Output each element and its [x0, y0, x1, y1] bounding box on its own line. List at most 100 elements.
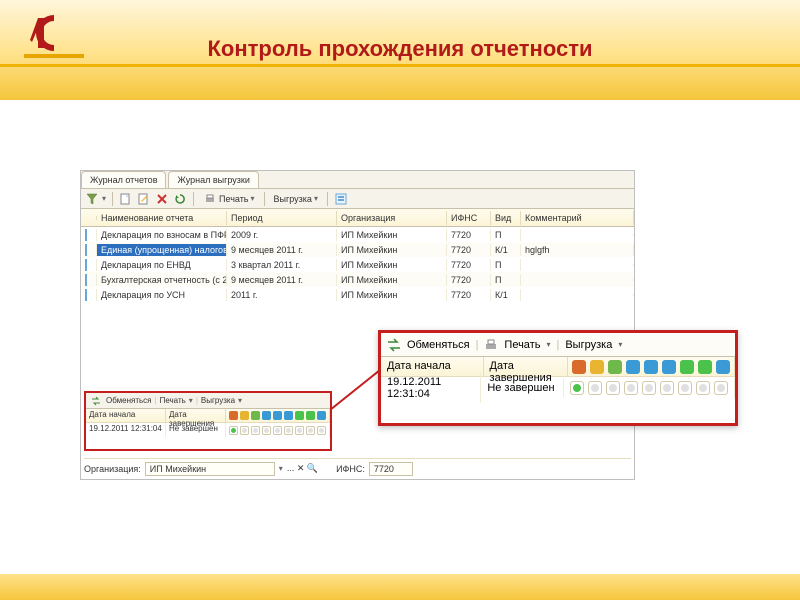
col-comment[interactable]: Комментарий	[521, 211, 634, 225]
status-dots-sm	[226, 423, 330, 437]
status-dot	[678, 381, 692, 395]
cell-vid: К/1	[491, 289, 521, 301]
status-col-icon	[240, 411, 249, 420]
cell-name: Декларация по УСН	[97, 289, 227, 301]
export-lg[interactable]: Выгрузка	[565, 339, 612, 351]
col-end-lg[interactable]: Дата завершения	[484, 357, 568, 376]
col-icon[interactable]	[81, 216, 97, 220]
col-org[interactable]: Организация	[337, 211, 447, 225]
chevron-down-icon[interactable]: ▾	[279, 464, 283, 473]
edit-icon[interactable]	[137, 192, 151, 206]
col-name[interactable]: Наименование отчета	[97, 211, 227, 225]
chevron-down-icon: ▾	[314, 194, 318, 203]
col-end-sm[interactable]: Дата завершения	[166, 409, 226, 422]
status-dot	[295, 426, 304, 435]
status-col-icon	[317, 411, 326, 420]
grid-header: Наименование отчета Период Организация И…	[81, 209, 634, 227]
cell-ifns: 7720	[447, 274, 491, 286]
slide-title: Контроль прохождения отчетности	[0, 36, 800, 62]
cell-comment	[521, 294, 634, 296]
table-row[interactable]: Декларация по УСН2011 г.ИП Михейкин7720К…	[81, 287, 634, 302]
table-row[interactable]: Единая (упрощенная) налоговая декларация…	[81, 242, 634, 257]
status-col-icon	[644, 360, 658, 374]
new-doc-icon[interactable]	[119, 192, 133, 206]
filter-icon[interactable]	[85, 192, 99, 206]
table-row[interactable]: Декларация по взносам в ПФР2009 г.ИП Мих…	[81, 227, 634, 242]
print-icon	[203, 192, 217, 206]
tab-journal-exports[interactable]: Журнал выгрузки	[168, 171, 258, 188]
refresh-icon[interactable]	[173, 192, 187, 206]
org-filter-input[interactable]: ИП Михейкин	[145, 462, 275, 476]
start-sm: 19.12.2011 12:31:04	[86, 423, 166, 437]
cell-org: ИП Михейкин	[337, 274, 447, 286]
status-dot	[588, 381, 602, 395]
cell-vid: К/1	[491, 244, 521, 256]
cell-org: ИП Михейкин	[337, 244, 447, 256]
cell-ifns: 7720	[447, 229, 491, 241]
print-button[interactable]: Печать ▾	[200, 191, 258, 207]
status-col-icon	[716, 360, 730, 374]
status-dot	[306, 426, 315, 435]
doc-icon	[85, 244, 87, 256]
status-dot	[606, 381, 620, 395]
col-period[interactable]: Период	[227, 211, 337, 225]
cell-vid: П	[491, 229, 521, 241]
status-dot	[714, 381, 728, 395]
doc-icon	[85, 289, 87, 301]
slide-header: Контроль прохождения отчетности	[0, 0, 800, 100]
chevron-down-icon[interactable]: ▾	[102, 194, 106, 203]
status-dot	[642, 381, 656, 395]
cell-comment	[521, 234, 634, 236]
cell-period: 2011 г.	[227, 289, 337, 301]
col-vid[interactable]: Вид	[491, 211, 521, 225]
status-dot	[229, 426, 238, 435]
status-col-icon	[608, 360, 622, 374]
cell-comment: hglgfh	[521, 244, 634, 256]
status-dot	[624, 381, 638, 395]
ifns-filter-input[interactable]: 7720	[369, 462, 413, 476]
col-start-sm[interactable]: Дата начала	[86, 409, 166, 422]
export-button[interactable]: Выгрузка ▾	[271, 193, 321, 205]
cell-ifns: 7720	[447, 289, 491, 301]
status-col-icon	[229, 411, 238, 420]
status-dot	[273, 426, 282, 435]
settings-icon[interactable]	[334, 192, 348, 206]
exchange-button[interactable]: Обменяться	[106, 396, 152, 405]
status-col-icon	[662, 360, 676, 374]
exchange-icon[interactable]	[387, 338, 401, 352]
ifns-filter-label: ИФНС:	[336, 464, 365, 474]
col-ifns[interactable]: ИФНС	[447, 211, 491, 225]
status-col-icon	[626, 360, 640, 374]
cell-vid: П	[491, 259, 521, 271]
exchange-panel-small: Обменяться | Печать▾ | Выгрузка▾ Дата на…	[84, 391, 332, 451]
cell-name: Единая (упрощенная) налоговая декларация	[97, 244, 227, 256]
main-toolbar: ▾ Печать ▾ Выгрузка ▾	[81, 189, 634, 209]
cell-period: 9 месяцев 2011 г.	[227, 274, 337, 286]
exchange-button-lg[interactable]: Обменяться	[407, 339, 470, 351]
org-filter-label: Организация:	[84, 464, 141, 474]
delete-icon[interactable]	[155, 192, 169, 206]
cell-name: Бухгалтерская отчетность (с 2011 года)	[97, 274, 227, 286]
status-col-icon	[698, 360, 712, 374]
print-icon	[484, 338, 498, 352]
tab-journal-reports[interactable]: Журнал отчетов	[81, 171, 166, 188]
print-sm[interactable]: Печать	[160, 396, 186, 405]
status-dot	[570, 381, 584, 395]
table-row[interactable]: Бухгалтерская отчетность (с 2011 года)9 …	[81, 272, 634, 287]
table-row[interactable]: Декларация по ЕНВД3 квартал 2011 г.ИП Ми…	[81, 257, 634, 272]
cell-name: Декларация по ЕНВД	[97, 259, 227, 271]
status-dots-lg	[564, 378, 735, 398]
tab-strip: Журнал отчетов Журнал выгрузки	[81, 171, 634, 189]
print-lg[interactable]: Печать	[504, 339, 540, 351]
exchange-icon[interactable]	[89, 394, 103, 408]
export-sm[interactable]: Выгрузка	[201, 396, 235, 405]
grid-body: Декларация по взносам в ПФР2009 г.ИП Мих…	[81, 227, 634, 302]
status-cols-lg	[568, 357, 735, 376]
status-col-icon	[262, 411, 271, 420]
status-col-icon	[680, 360, 694, 374]
status-col-icon	[306, 411, 315, 420]
status-cols-sm	[226, 409, 330, 422]
cell-ifns: 7720	[447, 244, 491, 256]
cell-period: 9 месяцев 2011 г.	[227, 244, 337, 256]
status-col-icon	[295, 411, 304, 420]
